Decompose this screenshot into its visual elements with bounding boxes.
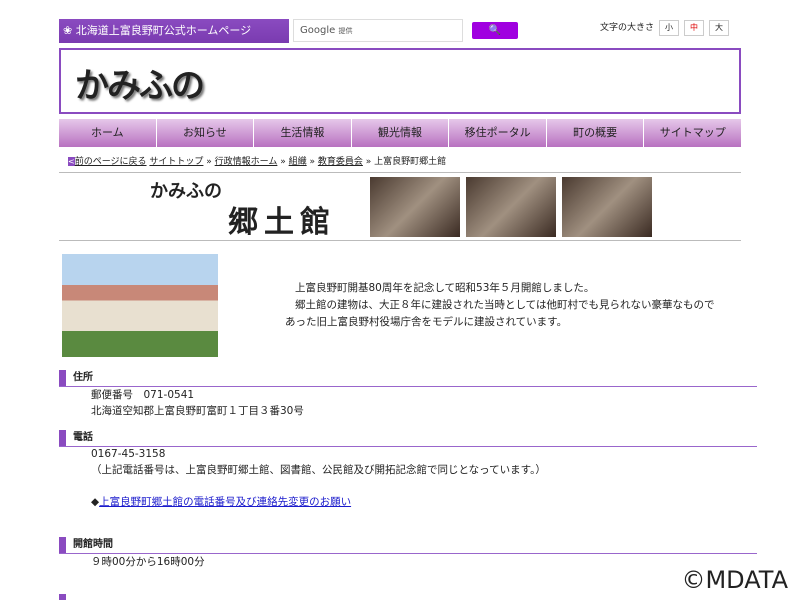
nav-news[interactable]: お知らせ <box>156 119 255 147</box>
google-label: Google <box>300 25 336 36</box>
crumb-org[interactable]: 組織 <box>289 157 307 167</box>
watermark: ©MDATA <box>681 566 788 594</box>
nav-overview[interactable]: 町の概要 <box>546 119 645 147</box>
address: 北海道空知郡上富良野町富町１丁目３番30号 <box>91 405 304 417</box>
exhibit-photo-1 <box>370 177 460 237</box>
intro-line: あった旧上富良野村役場庁舎をモデルに建設されています。 <box>285 316 568 328</box>
site-title: 北海道上富良野町公式ホームページ <box>75 24 252 37</box>
museum-building-photo <box>62 254 218 357</box>
main-nav: ホーム お知らせ 生活情報 観光情報 移住ポータル 町の概要 サイトマップ <box>59 119 743 147</box>
nav-living[interactable]: 生活情報 <box>254 119 352 147</box>
phone-note: （上記電話番号は、上富良野町郷土館、図書館、公民館及び開拓記念館で同じとなってい… <box>91 464 546 476</box>
crumb-top[interactable]: サイトトップ <box>149 157 203 167</box>
font-size-controls: 文字の大きさ 小 中 大 <box>600 20 730 36</box>
search-input[interactable]: Google 提供 <box>293 19 463 42</box>
banner-small-text: かみふの <box>150 181 222 202</box>
nav-migration[interactable]: 移住ポータル <box>449 119 547 147</box>
section-heading: 開館時間 <box>59 537 757 554</box>
nav-home[interactable]: ホーム <box>59 119 157 147</box>
phone-number: 0167-45-3158 <box>91 448 166 460</box>
section-heading: 電話 <box>59 430 757 447</box>
breadcrumb: <前のページに戻る サイトトップ » 行政情報ホーム » 組織 » 教育委員会 … <box>68 157 447 167</box>
intro-text: 上富良野町開基80周年を記念して昭和53年５月開館しました。 郷土館の建物は、大… <box>285 280 714 331</box>
crumb-education[interactable]: 教育委員会 <box>318 157 363 167</box>
search-button[interactable]: 🔍 <box>472 22 518 39</box>
museum-banner: かみふの 郷土館 <box>148 177 658 240</box>
nav-tourism[interactable]: 観光情報 <box>351 119 450 147</box>
address-block: 郵便番号 071-0541 北海道空知郡上富良野町富町１丁目３番30号 <box>91 387 304 419</box>
divider <box>59 240 741 241</box>
section-heading: 住所 <box>59 370 757 387</box>
hours-heading: 開館時間 <box>59 537 113 553</box>
phone-heading: 電話 <box>59 430 93 446</box>
exhibit-photo-3 <box>562 177 652 237</box>
phone-block: 0167-45-3158 （上記電話番号は、上富良野町郷土館、図書館、公民館及び… <box>91 448 546 508</box>
intro-line: 上富良野町開基80周年を記念して昭和53年５月開館しました。 <box>295 282 595 294</box>
phone-change-link[interactable]: 上富良野町郷土館の電話番号及び連絡先変更のお願い <box>99 496 351 508</box>
back-icon: < <box>68 157 75 166</box>
crumb-current: 上富良野町郷土館 <box>374 157 447 167</box>
nav-sitemap[interactable]: サイトマップ <box>644 119 743 147</box>
exhibit-photo-2 <box>466 177 556 237</box>
crumb-admin[interactable]: 行政情報ホーム <box>215 157 278 167</box>
site-title-bar[interactable]: ❀ 北海道上富良野町公式ホームページ <box>59 19 289 43</box>
font-small-button[interactable]: 小 <box>659 20 680 36</box>
site-logo[interactable]: かみふの <box>59 48 741 114</box>
intro-line: 郷土館の建物は、大正８年に建設された当時としては他町村でも見られない豪華なもので <box>295 299 715 311</box>
postal-code: 郵便番号 071-0541 <box>91 389 195 401</box>
address-heading: 住所 <box>59 370 93 386</box>
back-link[interactable]: 前のページに戻る <box>75 157 147 167</box>
font-large-button[interactable]: 大 <box>709 20 730 36</box>
section-marker <box>59 594 66 600</box>
font-size-label: 文字の大きさ <box>600 23 655 33</box>
divider <box>59 172 741 173</box>
font-medium-button[interactable]: 中 <box>684 20 705 36</box>
logo-text: かみふの <box>75 66 205 106</box>
opening-hours: ９時00分から16時00分 <box>91 556 205 568</box>
search-provider: 提供 <box>338 27 353 35</box>
banner-title: 郷土館 <box>228 205 336 240</box>
